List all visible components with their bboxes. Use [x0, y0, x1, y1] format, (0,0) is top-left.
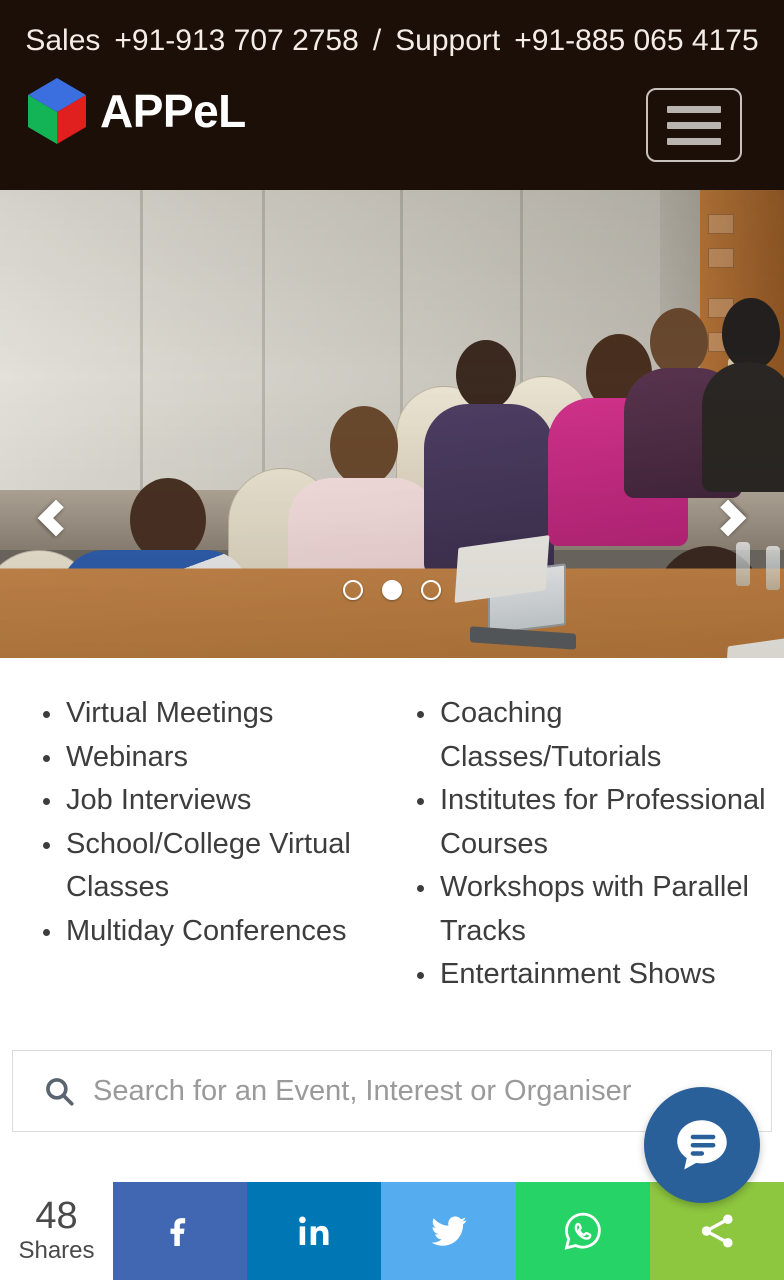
list-item: Coaching Classes/Tutorials	[392, 692, 766, 779]
feature-list-right: Coaching Classes/Tutorials Institutes fo…	[392, 692, 766, 997]
hamburger-menu-icon	[667, 105, 721, 113]
list-item: Multiday Conferences	[18, 910, 392, 954]
carousel-dot-3[interactable]	[421, 580, 441, 600]
carousel-prev-button[interactable]	[28, 490, 84, 546]
list-item: Webinars	[18, 736, 392, 780]
door-panel	[708, 248, 734, 268]
share-count: 48 Shares	[0, 1182, 113, 1280]
share-nodes-icon	[701, 1214, 733, 1248]
hamburger-menu-icon	[667, 121, 721, 129]
feature-column-right: Coaching Classes/Tutorials Institutes fo…	[392, 692, 766, 1038]
feature-list-left: Virtual Meetings Webinars Job Interviews…	[18, 692, 392, 953]
chevron-left-icon	[37, 499, 75, 537]
site-header: Sales +91-913 707 2758 / Support +91-885…	[0, 0, 784, 190]
search-icon	[39, 1071, 79, 1111]
whatsapp-share-button[interactable]	[515, 1182, 650, 1280]
social-share-bar: 48 Shares	[0, 1182, 784, 1280]
door-panel	[708, 214, 734, 234]
facebook-icon	[170, 1218, 186, 1246]
cube-logo-icon	[26, 76, 88, 146]
chat-button[interactable]	[644, 1087, 760, 1203]
hamburger-menu-button[interactable]	[646, 88, 742, 162]
hero-carousel[interactable]	[0, 190, 784, 658]
list-item: Virtual Meetings	[18, 692, 392, 736]
facebook-share-button[interactable]	[113, 1182, 248, 1280]
page-root: Sales +91-913 707 2758 / Support +91-885…	[0, 0, 784, 1280]
share-count-label: Shares	[18, 1237, 95, 1264]
support-label: Support	[395, 24, 501, 57]
contact-separator: /	[372, 24, 382, 57]
brand-name: APPeL	[100, 85, 246, 137]
carousel-dot-1[interactable]	[343, 580, 363, 600]
contact-bar: Sales +91-913 707 2758 / Support +91-885…	[0, 20, 784, 62]
list-item: Workshops with Parallel Tracks	[392, 866, 766, 953]
linkedin-share-button[interactable]	[247, 1182, 382, 1280]
carousel-dots	[0, 580, 784, 600]
sales-label: Sales	[25, 24, 101, 57]
hamburger-menu-icon	[667, 137, 721, 145]
brand-row: APPeL	[0, 62, 784, 190]
feature-lists: Virtual Meetings Webinars Job Interviews…	[0, 658, 784, 1038]
support-phone-link[interactable]: +91-885 065 4175	[514, 20, 758, 62]
list-item: Institutes for Professional Courses	[392, 779, 766, 866]
carousel-dot-2[interactable]	[382, 580, 402, 600]
wall-seam	[140, 190, 143, 520]
site-logo[interactable]: APPeL	[26, 76, 246, 146]
list-item: School/College Virtual Classes	[18, 823, 392, 910]
feature-column-left: Virtual Meetings Webinars Job Interviews…	[18, 692, 392, 1038]
list-item: Entertainment Shows	[392, 953, 766, 997]
sales-phone-link[interactable]: +91-913 707 2758	[114, 20, 358, 62]
chevron-right-icon	[709, 499, 747, 537]
share-count-number: 48	[35, 1195, 78, 1237]
twitter-icon	[431, 1216, 466, 1246]
twitter-share-button[interactable]	[381, 1182, 516, 1280]
list-item: Job Interviews	[18, 779, 392, 823]
linkedin-icon	[299, 1216, 329, 1245]
chat-bubble-icon	[677, 1120, 727, 1170]
carousel-next-button[interactable]	[700, 490, 756, 546]
whatsapp-icon	[564, 1212, 601, 1250]
